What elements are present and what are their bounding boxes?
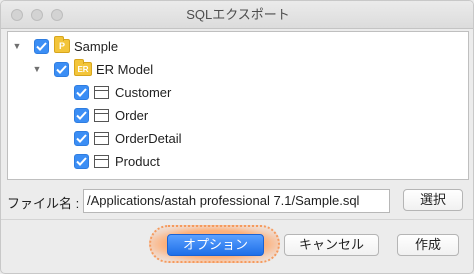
window-title: SQLエクスポート [186, 7, 290, 22]
er-model-icon: ER [74, 59, 92, 76]
table-checkbox[interactable] [74, 153, 89, 169]
table-icon [94, 85, 109, 99]
divider [1, 219, 473, 220]
tree-item-table[interactable]: Customer [74, 81, 171, 103]
tree-item-table[interactable]: Order [74, 104, 148, 126]
table-icon [94, 108, 109, 122]
tree-item-label: ER Model [96, 61, 154, 77]
table-icon [94, 131, 109, 145]
create-button[interactable]: 作成 [397, 234, 459, 256]
er-model-checkbox[interactable] [54, 61, 69, 77]
tree-item-label: Product [115, 153, 160, 169]
tree-item-er-model[interactable]: ▼ ER ER Model [30, 58, 153, 80]
model-tree: ▼ P Sample ▼ ER ER Model Customer Order … [7, 31, 469, 180]
root-checkbox[interactable] [34, 38, 49, 54]
tree-item-root[interactable]: ▼ P Sample [10, 35, 118, 57]
tree-item-label: Sample [74, 38, 119, 54]
expand-triangle-icon[interactable]: ▼ [10, 35, 24, 57]
tree-item-label: Customer [115, 84, 172, 100]
tree-item-label: OrderDetail [115, 130, 182, 146]
file-path-input[interactable]: /Applications/astah professional 7.1/Sam… [83, 189, 390, 213]
tree-item-table[interactable]: Product [74, 150, 160, 172]
table-icon [94, 154, 109, 168]
table-checkbox[interactable] [74, 107, 89, 123]
table-checkbox[interactable] [74, 84, 89, 100]
title-bar: SQLエクスポート [1, 1, 473, 29]
package-icon: P [54, 36, 70, 53]
file-name-label: ファイル名 : [7, 196, 80, 211]
expand-triangle-icon[interactable]: ▼ [30, 58, 44, 80]
select-file-button[interactable]: 選択 [403, 189, 463, 211]
options-button[interactable]: オプション [167, 234, 264, 256]
sql-export-dialog: SQLエクスポート ▼ P Sample ▼ ER ER Model Custo… [0, 0, 474, 274]
tree-item-table[interactable]: OrderDetail [74, 127, 181, 149]
cancel-button[interactable]: キャンセル [284, 234, 379, 256]
table-checkbox[interactable] [74, 130, 89, 146]
tree-item-label: Order [115, 107, 149, 123]
